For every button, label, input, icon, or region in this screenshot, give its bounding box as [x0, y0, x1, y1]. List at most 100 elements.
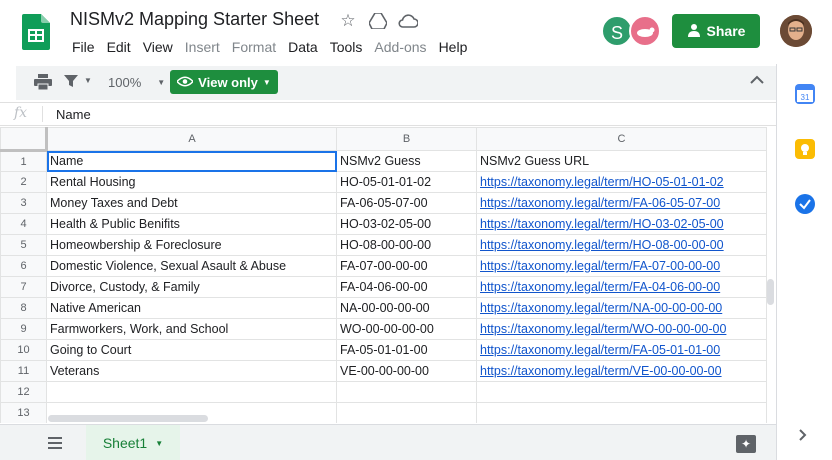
cloud-status-icon[interactable] — [398, 11, 418, 31]
url-link-cell[interactable]: https://taxonomy.legal/term/NA-00-00-00-… — [476, 297, 767, 319]
cell-b[interactable]: FA-06-05-07-00 — [336, 192, 477, 214]
column-header-b[interactable]: B — [336, 127, 477, 151]
row-header[interactable]: 13 — [0, 402, 47, 423]
url-link-cell[interactable]: https://taxonomy.legal/term/HO-03-02-05-… — [476, 213, 767, 235]
url-link-cell[interactable]: https://taxonomy.legal/term/FA-04-06-00-… — [476, 276, 767, 298]
cell-a[interactable]: Money Taxes and Debt — [46, 192, 337, 214]
cell-b[interactable]: FA-05-01-01-00 — [336, 339, 477, 361]
cell-a[interactable]: Domestic Violence, Sexual Asault & Abuse — [46, 255, 337, 277]
zoom-dropdown-icon: ▼ — [157, 78, 166, 87]
star-icon[interactable]: ☆ — [338, 11, 358, 31]
cell-a[interactable]: Homeowbership & Foreclosure — [46, 234, 337, 256]
cell-c[interactable] — [476, 381, 767, 403]
cell-a[interactable]: Divorce, Custody, & Family — [46, 276, 337, 298]
table-row: 5 Homeowbership & Foreclosure HO-08-00-00-… — [0, 234, 767, 256]
expand-panel-chevron-icon[interactable] — [799, 428, 807, 446]
cell-b[interactable]: HO-03-02-05-00 — [336, 213, 477, 235]
url-link-cell[interactable]: https://taxonomy.legal/term/HO-05-01-01-… — [476, 171, 767, 193]
row-header[interactable]: 2 — [0, 171, 47, 193]
url-link-cell[interactable]: https://taxonomy.legal/term/FA-05-01-01-… — [476, 339, 767, 361]
filter-icon[interactable] — [64, 75, 78, 87]
tasks-icon[interactable] — [795, 194, 815, 214]
row-header[interactable]: 1 — [0, 150, 47, 172]
cell-b[interactable]: VE-00-00-00-00 — [336, 360, 477, 382]
select-all-corner[interactable] — [0, 127, 48, 152]
explore-icon[interactable]: ✦ — [736, 435, 756, 453]
cell-b[interactable]: FA-04-06-00-00 — [336, 276, 477, 298]
menu-data[interactable]: Data — [282, 38, 324, 58]
formula-value[interactable]: Name — [56, 107, 91, 122]
cell-a[interactable] — [46, 381, 337, 403]
sheet-tab-sheet1[interactable]: Sheet1 ▼ — [86, 425, 180, 460]
row-header[interactable]: 12 — [0, 381, 47, 403]
column-header-c[interactable]: C — [476, 127, 767, 151]
move-to-drive-icon[interactable] — [368, 11, 388, 31]
sheets-logo-icon[interactable] — [22, 14, 50, 50]
cell-b[interactable]: WO-00-00-00-00 — [336, 318, 477, 340]
menu-tools[interactable]: Tools — [324, 38, 369, 58]
url-link-cell[interactable]: https://taxonomy.legal/term/HO-08-00-00-… — [476, 234, 767, 256]
row-header[interactable]: 7 — [0, 276, 47, 298]
document-title[interactable]: NISMv2 Mapping Starter Sheet — [70, 9, 319, 30]
sheet-tab-bar: Sheet1 ▼ ✦ — [0, 424, 776, 460]
cell-a[interactable]: Health & Public Benifits — [46, 213, 337, 235]
row-header[interactable]: 6 — [0, 255, 47, 277]
row-header[interactable]: 11 — [0, 360, 47, 382]
sheet-tab-label: Sheet1 — [102, 435, 148, 451]
vertical-scrollbar[interactable] — [767, 279, 774, 305]
cell-b[interactable] — [336, 402, 477, 423]
table-row: 9 Farmworkers, Work, and School WO-00-00-0… — [0, 318, 767, 340]
anonymous-animal-avatar[interactable] — [629, 15, 661, 47]
cell-a[interactable]: Rental Housing — [46, 171, 337, 193]
calendar-icon[interactable]: 31 — [795, 84, 815, 104]
cell-a[interactable]: Going to Court — [46, 339, 337, 361]
zoom-select[interactable]: 100% ▼ — [108, 75, 165, 90]
view-only-button[interactable]: View only ▼ — [170, 70, 278, 94]
menu-format[interactable]: Format — [226, 38, 282, 58]
cell-a[interactable]: Native American — [46, 297, 337, 319]
collapse-chevron-up-icon[interactable] — [750, 72, 764, 88]
cell-b[interactable]: HO-08-00-00-00 — [336, 234, 477, 256]
column-header-a[interactable]: A — [46, 127, 337, 151]
cell-b[interactable] — [336, 381, 477, 403]
url-link-cell[interactable]: https://taxonomy.legal/term/WO-00-00-00-… — [476, 318, 767, 340]
user-avatar[interactable] — [780, 15, 812, 47]
keep-icon[interactable] — [795, 139, 815, 159]
row-header[interactable]: 4 — [0, 213, 47, 235]
url-link-cell[interactable]: https://taxonomy.legal/term/FA-06-05-07-… — [476, 192, 767, 214]
table-row: 8 Native American NA-00-00-00-00 https://ta… — [0, 297, 767, 319]
row-header[interactable]: 10 — [0, 339, 47, 361]
cell-c[interactable] — [476, 402, 767, 423]
url-link-cell[interactable]: https://taxonomy.legal/term/VE-00-00-00-… — [476, 360, 767, 382]
all-sheets-list-icon[interactable] — [48, 436, 62, 449]
cell-a[interactable]: Veterans — [46, 360, 337, 382]
row-header[interactable]: 5 — [0, 234, 47, 256]
row-header[interactable]: 9 — [0, 318, 47, 340]
table-row: 4 Health & Public Benifits HO-03-02-05-00 h… — [0, 213, 767, 235]
print-icon[interactable] — [34, 74, 52, 90]
table-row: 1 Name NSMv2 Guess NSMv2 Guess URL — [0, 150, 767, 172]
fx-icon: fx — [14, 105, 28, 121]
menu-file[interactable]: File — [66, 38, 101, 58]
cell-b[interactable]: FA-07-00-00-00 — [336, 255, 477, 277]
header-cell-b[interactable]: NSMv2 Guess — [336, 150, 477, 172]
menu-view[interactable]: View — [137, 38, 179, 58]
menu-add-ons[interactable]: Add-ons — [368, 38, 432, 58]
header-cell-a[interactable]: Name — [46, 150, 337, 172]
cell-a[interactable]: Farmworkers, Work, and School — [46, 318, 337, 340]
cell-b[interactable]: HO-05-01-01-02 — [336, 171, 477, 193]
table-row: 7 Divorce, Custody, & Family FA-04-06-00-0… — [0, 276, 767, 298]
header-cell-c[interactable]: NSMv2 Guess URL — [476, 150, 767, 172]
share-button[interactable]: Share — [672, 14, 760, 48]
row-header[interactable]: 3 — [0, 192, 47, 214]
menu-edit[interactable]: Edit — [101, 38, 137, 58]
menu-insert[interactable]: Insert — [179, 38, 226, 58]
menu-help[interactable]: Help — [433, 38, 474, 58]
cell-b[interactable]: NA-00-00-00-00 — [336, 297, 477, 319]
horizontal-scrollbar[interactable] — [48, 415, 208, 422]
filter-dropdown-icon[interactable]: ▼ — [84, 76, 92, 85]
url-link-cell[interactable]: https://taxonomy.legal/term/FA-07-00-00-… — [476, 255, 767, 277]
sheet-tab-dropdown-icon[interactable]: ▼ — [155, 439, 163, 448]
toolbar: ▼ 100% ▼ View only ▼ — [16, 66, 776, 100]
row-header[interactable]: 8 — [0, 297, 47, 319]
